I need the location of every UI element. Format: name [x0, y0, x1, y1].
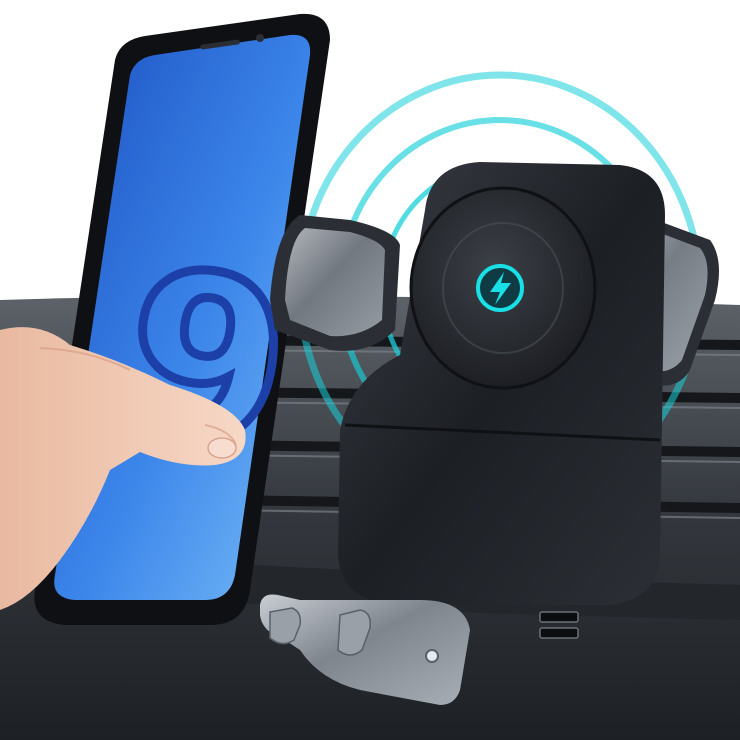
- product-photo: 9: [0, 0, 740, 740]
- usb-port: [539, 611, 579, 623]
- front-camera: [256, 34, 264, 42]
- thumbnail: [207, 437, 237, 459]
- usb-port: [539, 627, 579, 639]
- bracket-screw: [425, 649, 439, 663]
- charging-indicator: [476, 264, 524, 312]
- holder-left-arm: [270, 215, 400, 351]
